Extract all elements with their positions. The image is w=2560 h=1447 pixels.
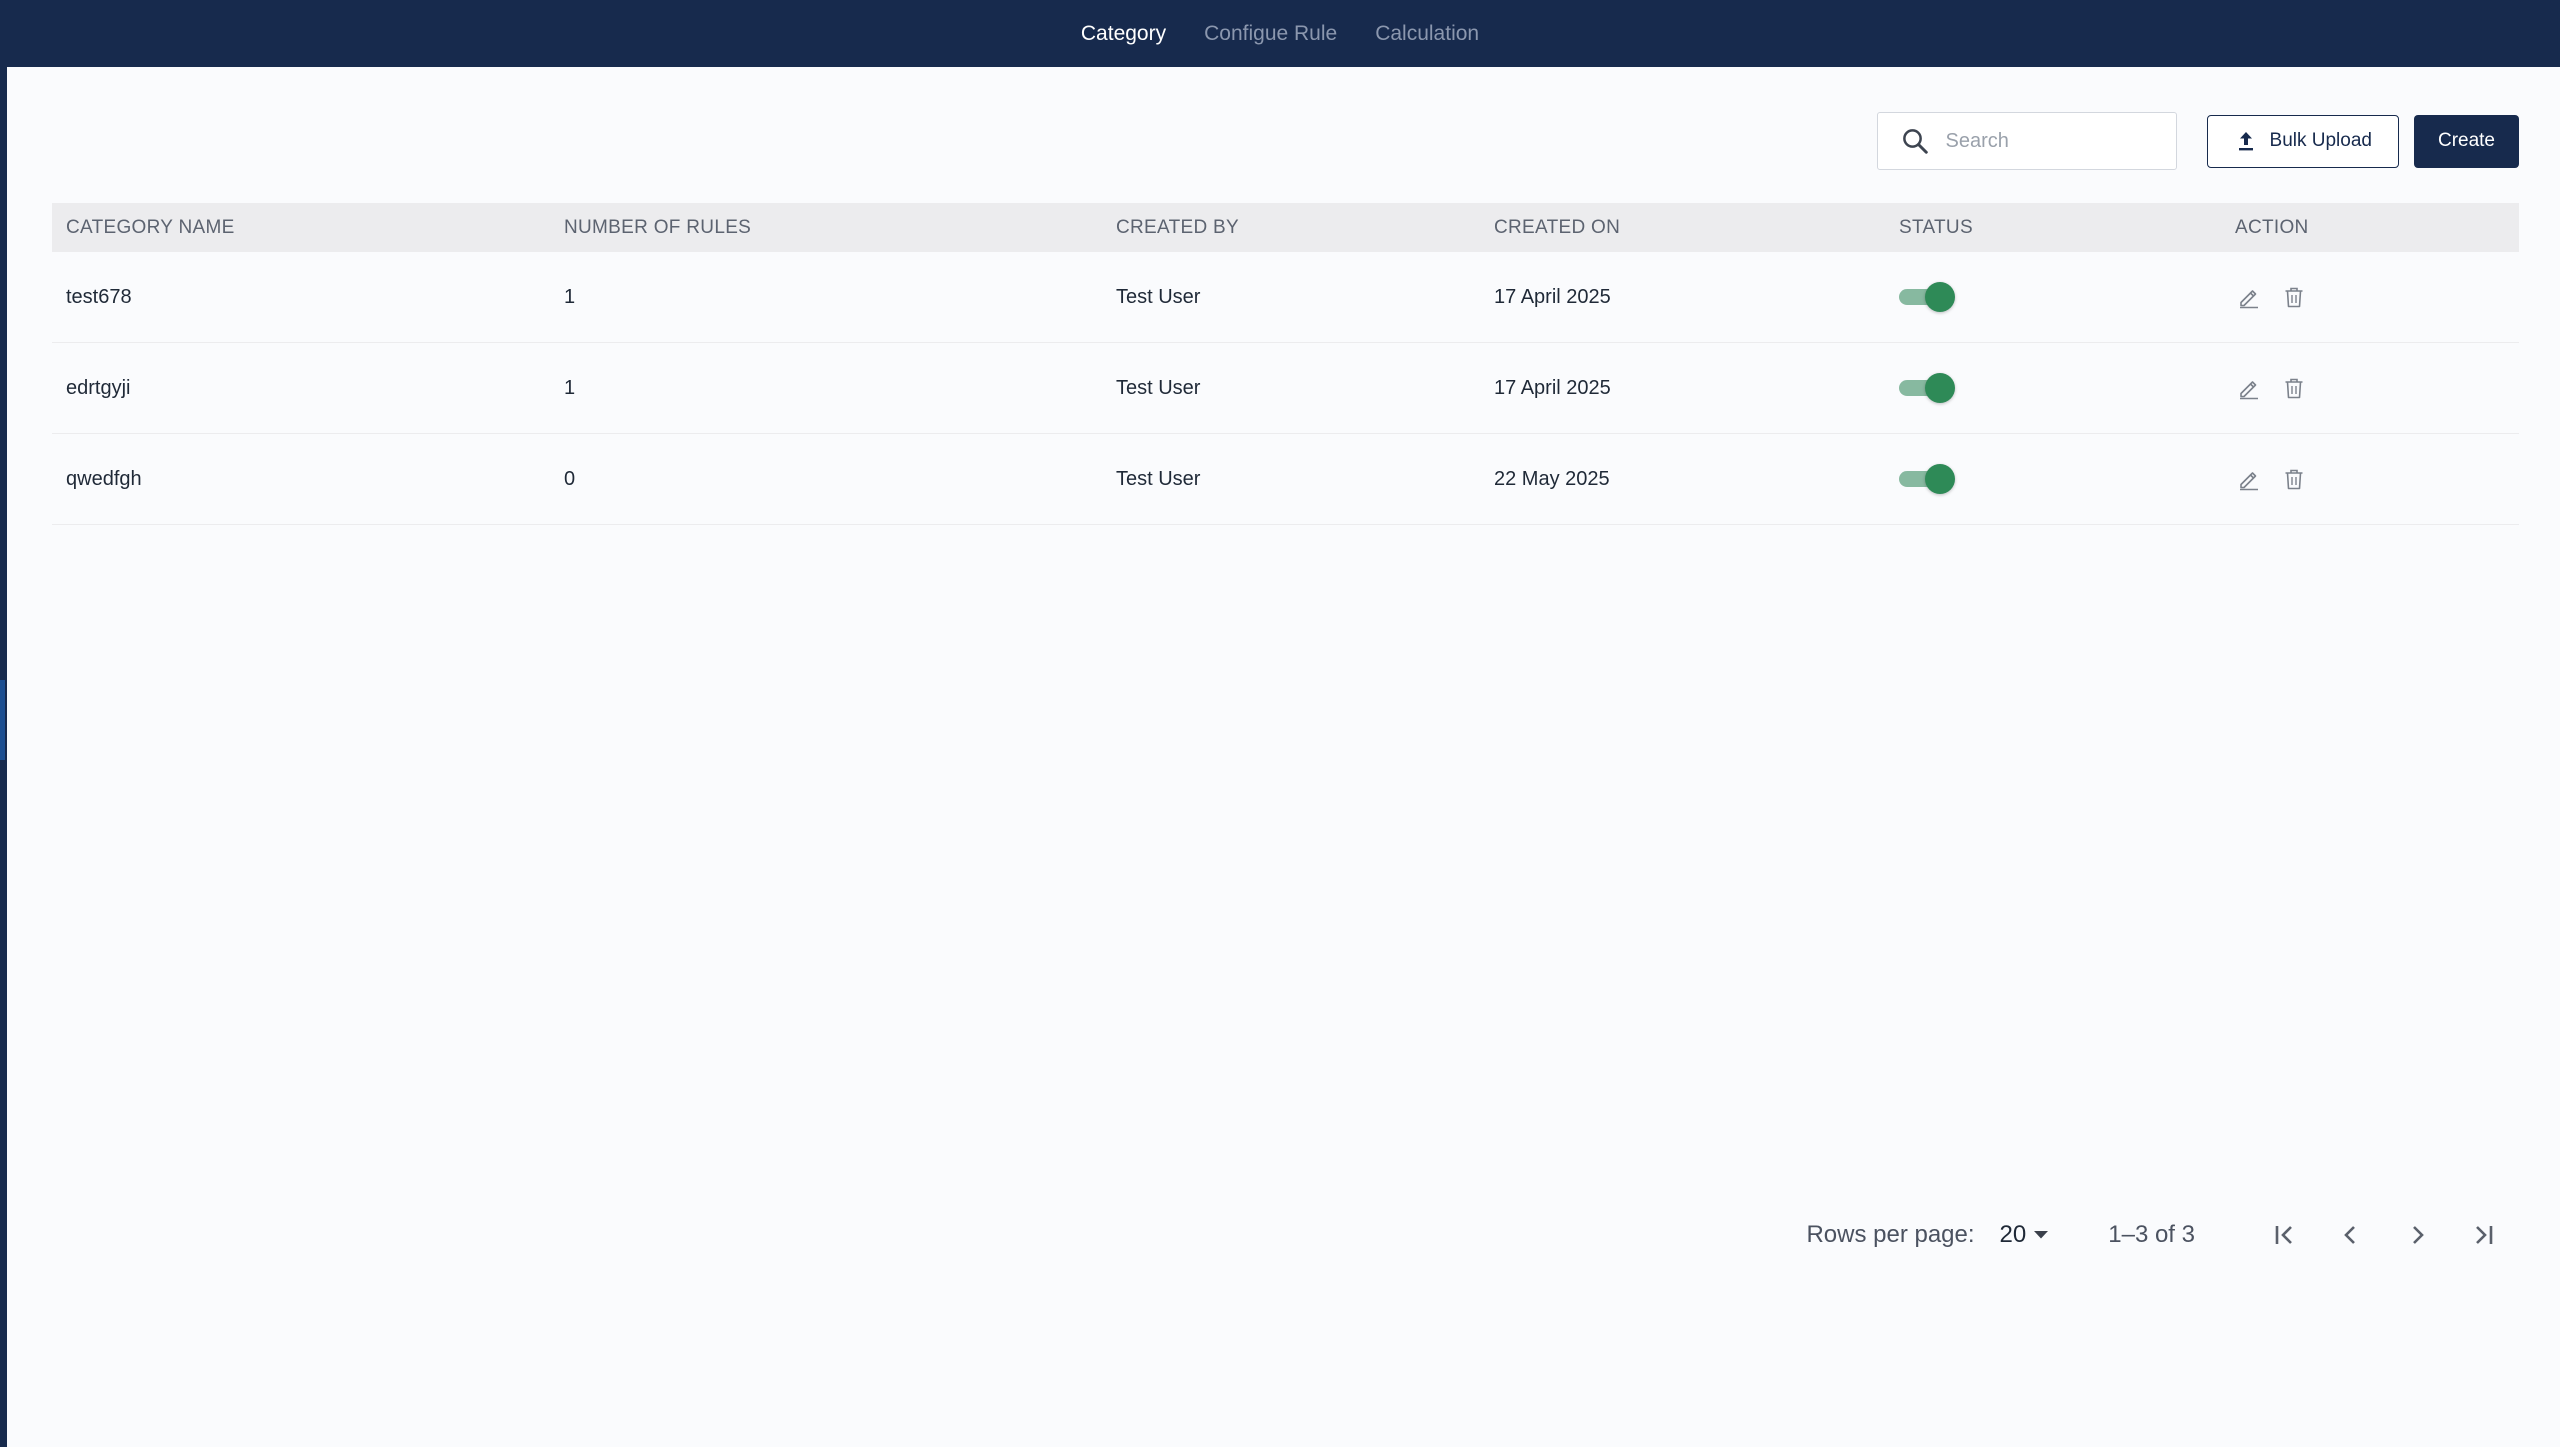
delete-button[interactable] (2282, 467, 2306, 491)
category-table: CATEGORY NAME NUMBER OF RULES CREATED BY… (52, 203, 2519, 525)
chevron-left-icon (2344, 1226, 2355, 1244)
first-page-icon (2275, 1226, 2292, 1244)
cell-number-of-rules: 1 (564, 376, 576, 399)
caret-down-icon (2034, 1231, 2049, 1239)
column-header-status: STATUS (1899, 216, 1973, 238)
bulk-upload-label: Bulk Upload (2269, 130, 2372, 151)
table-row: test678 1 Test User 17 April 2025 (52, 252, 2519, 343)
bulk-upload-button[interactable]: Bulk Upload (2206, 114, 2399, 168)
cell-status (1899, 373, 2235, 403)
chevron-right-icon (2413, 1226, 2424, 1244)
previous-page-button[interactable] (2331, 1215, 2371, 1255)
pencil-icon (2240, 290, 2258, 309)
next-page-button[interactable] (2397, 1215, 2437, 1255)
toggle-knob (1925, 282, 1955, 312)
status-toggle[interactable] (1899, 464, 1955, 494)
cell-action (2235, 467, 2519, 491)
delete-button[interactable] (2282, 285, 2306, 309)
cell-category-name: qwedfgh (66, 467, 142, 490)
search-box[interactable] (1876, 112, 2177, 170)
status-toggle[interactable] (1899, 373, 1955, 403)
column-header-action: ACTION (2235, 216, 2309, 238)
last-page-icon (2476, 1226, 2493, 1244)
cell-number-of-rules: 0 (564, 467, 576, 490)
table-row: edrtgyji 1 Test User 17 April 2025 (52, 343, 2519, 434)
cell-category-name: edrtgyji (66, 376, 131, 399)
column-header-number-of-rules: NUMBER OF RULES (564, 216, 752, 238)
tab-configue-rule[interactable]: Configue Rule (1204, 22, 1337, 46)
cell-status (1899, 464, 2235, 494)
delete-button[interactable] (2282, 376, 2306, 400)
tab-calculation[interactable]: Calculation (1375, 22, 1479, 46)
cell-category-name: test678 (66, 285, 132, 308)
toggle-knob (1925, 464, 1955, 494)
edit-button[interactable] (2237, 467, 2261, 491)
toggle-knob (1925, 373, 1955, 403)
cell-created-on: 17 April 2025 (1494, 285, 1611, 308)
trash-icon (2285, 287, 2303, 308)
toolbar: Bulk Upload Create (1876, 112, 2519, 170)
column-header-created-by: CREATED BY (1116, 216, 1240, 238)
first-page-button[interactable] (2265, 1215, 2305, 1255)
search-input[interactable] (1943, 128, 2148, 154)
cell-created-on: 22 May 2025 (1494, 467, 1610, 490)
cell-status (1899, 282, 2235, 312)
pagination: Rows per page: 20 1–3 of 3 (1806, 1215, 2503, 1255)
last-page-button[interactable] (2463, 1215, 2503, 1255)
cell-created-by: Test User (1116, 285, 1201, 308)
table-row: qwedfgh 0 Test User 22 May 2025 (52, 434, 2519, 525)
edit-button[interactable] (2237, 376, 2261, 400)
cell-action (2235, 285, 2519, 309)
cell-created-by: Test User (1116, 376, 1201, 399)
status-toggle[interactable] (1899, 282, 1955, 312)
upload-icon (2238, 132, 2253, 151)
cell-created-by: Test User (1116, 467, 1201, 490)
search-icon (1902, 129, 1928, 154)
pencil-icon (2240, 381, 2258, 400)
cell-created-on: 17 April 2025 (1494, 376, 1611, 399)
pencil-icon (2240, 472, 2258, 491)
rows-per-page-value: 20 (1999, 1221, 2027, 1248)
left-edge-accent (0, 680, 5, 760)
tab-category[interactable]: Category (1081, 22, 1166, 46)
trash-icon (2285, 469, 2303, 490)
page-range-text: 1–3 of 3 (2108, 1221, 2195, 1248)
trash-icon (2285, 378, 2303, 399)
edit-button[interactable] (2237, 285, 2261, 309)
cell-action (2235, 376, 2519, 400)
create-button[interactable]: Create (2413, 114, 2519, 168)
left-edge-bar (0, 0, 7, 1447)
rows-per-page-select[interactable]: 20 (2000, 1221, 2051, 1249)
top-navigation: Category Configue Rule Calculation (0, 0, 2560, 67)
column-header-category-name: CATEGORY NAME (66, 216, 235, 238)
column-header-created-on: CREATED ON (1494, 216, 1621, 238)
create-label: Create (2437, 130, 2495, 151)
cell-number-of-rules: 1 (564, 285, 576, 308)
rows-per-page-label: Rows per page: (1806, 1221, 1975, 1248)
table-header: CATEGORY NAME NUMBER OF RULES CREATED BY… (52, 203, 2519, 252)
